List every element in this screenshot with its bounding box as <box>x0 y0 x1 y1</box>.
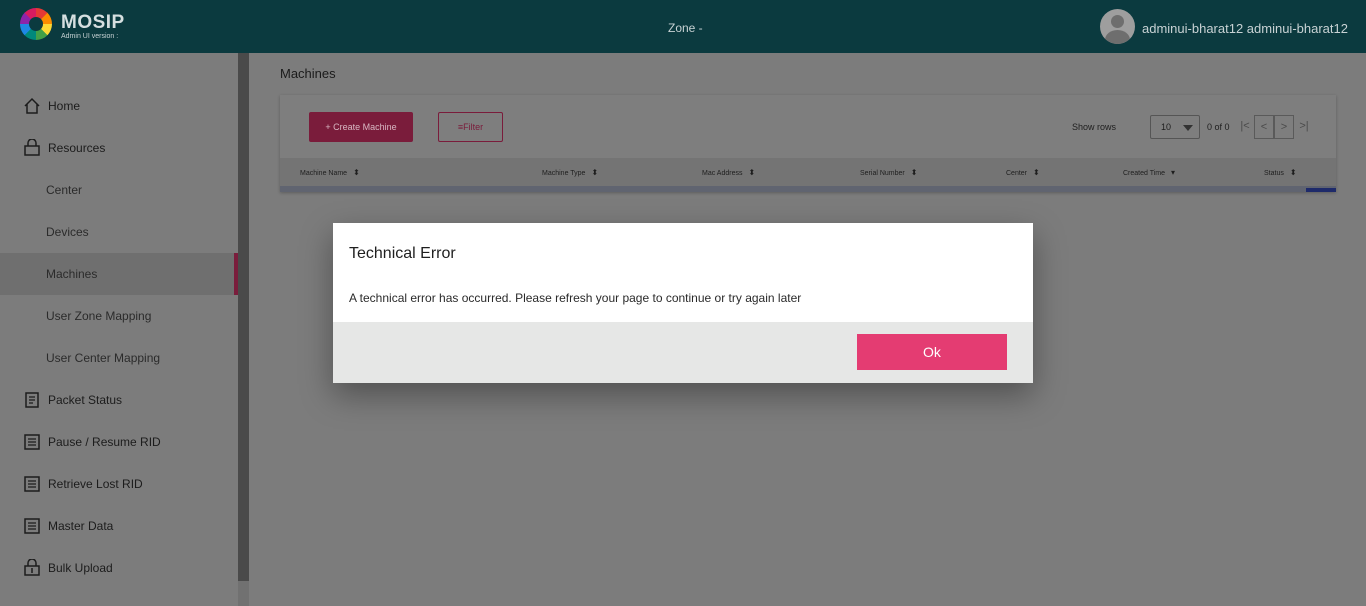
sort-icon: ⬍ <box>591 168 599 177</box>
sidebar-item-label: Devices <box>46 225 89 239</box>
user-name[interactable]: adminui-bharat12 adminui-bharat12 <box>1142 21 1348 36</box>
last-page-icon[interactable]: >| <box>1294 115 1314 139</box>
column-header-machine-name[interactable]: Machine Name ⬍ <box>300 168 360 177</box>
sort-icon: ⬍ <box>910 168 918 177</box>
sidebar-item-center[interactable]: Center <box>0 169 238 211</box>
sidebar-item-label: Bulk Upload <box>48 561 113 575</box>
table-bottom-bar <box>280 186 1336 192</box>
column-header-machine-type[interactable]: Machine Type ⬍ <box>542 168 598 177</box>
sidebar: Home Resources Center Devices Machines U… <box>0 53 238 606</box>
mosip-logo-icon <box>20 8 52 40</box>
technical-error-dialog: Technical Error A technical error has oc… <box>333 223 1033 383</box>
sidebar-item-master-data[interactable]: Master Data <box>0 505 238 547</box>
sidebar-item-label: User Center Mapping <box>46 351 161 365</box>
column-header-status[interactable]: Status ⬍ <box>1264 168 1297 177</box>
sort-icon: ⬍ <box>748 168 756 177</box>
column-header-label: Machine Name <box>300 170 348 177</box>
resources-icon <box>24 139 40 156</box>
pagination-range: 0 of 0 <box>1207 122 1230 132</box>
list-icon <box>24 518 40 534</box>
table-bottom-accent <box>1306 188 1336 192</box>
sort-icon: ⬍ <box>1033 168 1040 177</box>
chevron-down-icon <box>1183 125 1193 131</box>
sidebar-item-label: Packet Status <box>48 393 123 407</box>
admin-ui-version: Admin UI version : <box>61 33 119 40</box>
column-header-label: Center <box>1006 170 1028 177</box>
column-header-serial-number[interactable]: Serial Number ⬍ <box>860 168 917 177</box>
column-header-label: Mac Address <box>702 170 743 177</box>
ok-button[interactable]: Ok <box>857 334 1007 370</box>
sidebar-item-label: Resources <box>48 141 106 155</box>
column-header-label: Status <box>1264 170 1284 177</box>
dialog-message: A technical error has occurred. Please r… <box>349 291 802 305</box>
user-avatar-icon[interactable] <box>1100 9 1135 44</box>
list-icon <box>24 434 40 450</box>
sort-icon: ⬍ <box>353 168 360 177</box>
sidebar-item-pause-resume-rid[interactable]: Pause / Resume RID <box>0 421 238 463</box>
sidebar-item-label: Home <box>48 99 81 113</box>
sidebar-item-user-zone-mapping[interactable]: User Zone Mapping <box>0 295 238 337</box>
sidebar-item-devices[interactable]: Devices <box>0 211 238 253</box>
list-icon <box>24 476 40 492</box>
sidebar-item-resources[interactable]: Resources <box>0 127 238 169</box>
next-page-icon[interactable]: > <box>1274 115 1294 139</box>
sort-desc-icon: ▾ <box>1171 168 1176 177</box>
first-page-icon[interactable]: |< <box>1235 115 1255 139</box>
sidebar-item-user-center-mapping[interactable]: User Center Mapping <box>0 337 238 379</box>
table-header <box>280 158 1336 186</box>
home-icon <box>24 97 40 114</box>
rows-per-page-value: 10 <box>1161 122 1172 132</box>
sidebar-item-retrieve-lost-rid[interactable]: Retrieve Lost RID <box>0 463 238 505</box>
dialog-title: Technical Error <box>349 245 456 262</box>
rows-per-page-select[interactable]: 10 <box>1150 115 1200 139</box>
sidebar-item-label: Master Data <box>48 519 114 533</box>
sidebar-item-machines[interactable]: Machines <box>0 253 238 295</box>
column-header-label: Serial Number <box>860 170 905 177</box>
sidebar-item-label: Retrieve Lost RID <box>48 477 143 491</box>
packet-status-icon <box>25 392 39 408</box>
sidebar-item-label: Pause / Resume RID <box>48 435 161 449</box>
create-machine-button[interactable]: + Create Machine <box>309 112 413 142</box>
column-header-label: Machine Type <box>542 170 586 177</box>
column-header-created-time[interactable]: Created Time ▾ <box>1123 168 1175 177</box>
sort-icon: ⬍ <box>1289 168 1297 177</box>
brand-name: MOSIP <box>61 12 125 33</box>
dialog-footer: Ok <box>333 322 1033 383</box>
sidebar-item-label: Center <box>46 183 83 197</box>
filter-button[interactable]: ≡Filter <box>438 112 503 142</box>
prev-page-icon[interactable]: < <box>1254 115 1274 139</box>
bulk-upload-icon <box>24 559 40 576</box>
sidebar-item-home[interactable]: Home <box>0 85 238 127</box>
filter-label: Filter <box>463 122 484 132</box>
sidebar-item-packet-status[interactable]: Packet Status <box>0 379 238 421</box>
show-rows-label: Show rows <box>1072 122 1117 132</box>
sidebar-item-label: Machines <box>46 267 98 281</box>
column-header-center[interactable]: Center ⬍ <box>1006 168 1040 177</box>
zone-label: Zone - <box>668 21 703 35</box>
top-header: MOSIP Admin UI version : Zone - adminui-… <box>0 0 1366 53</box>
column-header-mac-address[interactable]: Mac Address ⬍ <box>702 168 755 177</box>
page-title: Machines <box>280 66 336 81</box>
column-header-label: Created Time <box>1123 170 1166 177</box>
sidebar-item-bulk-upload[interactable]: Bulk Upload <box>0 547 238 589</box>
sidebar-scrollbar-thumb[interactable] <box>238 53 249 581</box>
sidebar-item-label: User Zone Mapping <box>46 309 152 323</box>
